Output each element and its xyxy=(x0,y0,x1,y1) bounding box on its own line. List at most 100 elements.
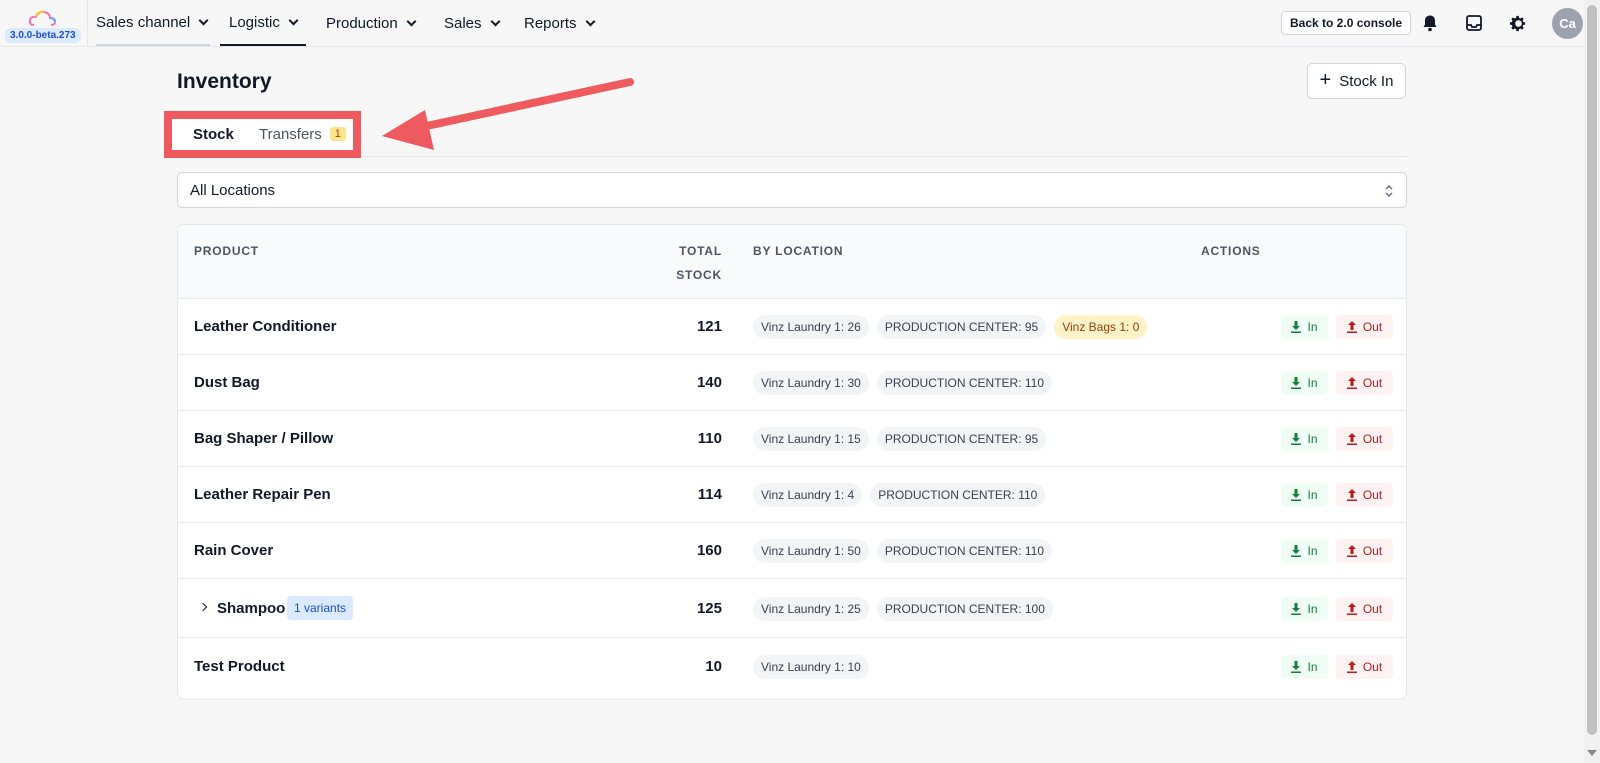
upload-icon xyxy=(1346,433,1357,445)
out-label: Out xyxy=(1362,601,1383,616)
bell-icon[interactable] xyxy=(1419,12,1441,34)
location-chip: Vinz Laundry 1: 15 xyxy=(753,427,869,451)
out-label: Out xyxy=(1362,544,1383,558)
location-chips: Vinz Laundry 1: 15 PRODUCTION CENTER: 95 xyxy=(753,427,1047,451)
download-icon xyxy=(1291,321,1302,333)
table-row: Bag Shaper / Pillow 110 Vinz Laundry 1: 15… xyxy=(178,411,1406,467)
nav-label: Reports xyxy=(524,14,577,32)
in-label: In xyxy=(1307,659,1318,674)
download-icon xyxy=(1291,660,1302,673)
location-chip: Vinz Laundry 1: 26 xyxy=(753,315,869,339)
table-row: Rain Cover 160 Vinz Laundry 1: 50 PRODUCTIO… xyxy=(178,523,1406,579)
scroll-down-arrow-icon[interactable] xyxy=(1587,750,1597,756)
table-row: Test Product 10 Vinz Laundry 1: 10 In Out xyxy=(178,638,1406,695)
location-chip: Vinz Laundry 1: 4 xyxy=(753,483,863,507)
nav-production[interactable]: Production xyxy=(326,0,417,46)
location-chip: Vinz Laundry 1: 50 xyxy=(753,539,869,563)
total-stock: 114 xyxy=(697,486,722,503)
product-name: Leather Conditioner xyxy=(194,318,337,335)
stock-out-row-button[interactable]: Out xyxy=(1336,427,1393,451)
chevron-right-icon[interactable] xyxy=(198,602,208,611)
out-label: Out xyxy=(1362,320,1383,334)
plus-icon: + xyxy=(1319,69,1332,91)
download-icon xyxy=(1291,489,1302,501)
back-to-console-button[interactable]: Back to 2.0 console xyxy=(1281,11,1412,35)
upload-icon xyxy=(1346,321,1357,333)
header-by-location: BY LOCATION xyxy=(753,244,844,258)
select-updown-icon xyxy=(1385,184,1393,198)
location-chips: Vinz Laundry 1: 26 PRODUCTION CENTER: 95 V… xyxy=(753,315,1148,339)
scrollbar[interactable] xyxy=(1584,0,1600,763)
annotation-arrow-icon xyxy=(382,78,634,150)
nav-sales[interactable]: Sales xyxy=(444,0,500,46)
location-chips: Vinz Laundry 1: 30 PRODUCTION CENTER: 110 xyxy=(753,371,1052,395)
stock-in-row-button[interactable]: In xyxy=(1281,654,1328,679)
product-name: Test Product xyxy=(194,657,285,675)
location-chip: PRODUCTION CENTER: 100 xyxy=(876,596,1053,621)
table-header: PRODUCT TOTAL STOCK BY LOCATION ACTIONS xyxy=(178,225,1406,299)
product-name: Dust Bag xyxy=(194,374,260,391)
location-chip: PRODUCTION CENTER: 95 xyxy=(876,427,1047,451)
location-chips: Vinz Laundry 1: 4 PRODUCTION CENTER: 110 xyxy=(753,483,1046,507)
product-name: Rain Cover xyxy=(194,542,274,559)
gear-icon[interactable] xyxy=(1507,12,1529,34)
nav-reports[interactable]: Reports xyxy=(524,0,595,46)
stock-out-row-button[interactable]: Out xyxy=(1336,596,1393,621)
total-stock: 10 xyxy=(705,657,722,675)
chevron-down-icon xyxy=(585,16,595,26)
tab-stock[interactable]: Stock xyxy=(193,123,234,145)
inventory-table: PRODUCT TOTAL STOCK BY LOCATION ACTIONS … xyxy=(177,224,1407,700)
stock-in-row-button[interactable]: In xyxy=(1281,483,1328,507)
nav-logistic[interactable]: Logistic xyxy=(220,0,306,46)
header-total-line1: TOTAL xyxy=(679,244,722,258)
header-total-stock: TOTAL STOCK xyxy=(676,239,722,287)
out-label: Out xyxy=(1362,659,1383,674)
in-label: In xyxy=(1307,488,1318,502)
cloud-logo-icon xyxy=(28,10,57,26)
app-logo[interactable]: 3.0.0-beta.273 xyxy=(0,0,88,46)
location-chips: Vinz Laundry 1: 25 PRODUCTION CENTER: 100 xyxy=(753,596,1053,621)
stock-in-row-button[interactable]: In xyxy=(1281,596,1328,621)
nav-sales-channel[interactable]: Sales channel xyxy=(96,0,210,46)
stock-in-row-button[interactable]: In xyxy=(1281,539,1328,563)
stock-out-row-button[interactable]: Out xyxy=(1336,371,1393,395)
inbox-icon[interactable] xyxy=(1463,12,1485,34)
total-stock: 125 xyxy=(696,599,722,617)
table-row: Leather Repair Pen 114 Vinz Laundry 1: 4 PR… xyxy=(178,467,1406,523)
header-actions: ACTIONS xyxy=(1201,244,1261,258)
nav-label: Logistic xyxy=(229,13,280,31)
upload-icon xyxy=(1346,660,1357,673)
stock-in-row-button[interactable]: In xyxy=(1281,371,1328,395)
transfers-count-badge: 1 xyxy=(329,127,346,141)
top-nav: 3.0.0-beta.273 Sales channel Logistic Pr… xyxy=(0,0,1584,47)
stock-in-row-button[interactable]: In xyxy=(1281,315,1328,339)
page-title: Inventory xyxy=(177,70,272,93)
in-label: In xyxy=(1307,320,1318,334)
product-name: Leather Repair Pen xyxy=(194,486,331,503)
nav-label: Production xyxy=(326,14,398,32)
variants-badge[interactable]: 1 variants xyxy=(287,595,354,620)
location-select[interactable]: All Locations xyxy=(177,172,1407,208)
version-badge: 3.0.0-beta.273 xyxy=(5,28,81,43)
in-label: In xyxy=(1307,376,1318,390)
location-select-value: All Locations xyxy=(190,181,276,199)
stock-out-row-button[interactable]: Out xyxy=(1336,654,1393,679)
total-stock: 110 xyxy=(697,430,722,447)
location-chip: Vinz Laundry 1: 30 xyxy=(753,371,869,395)
stock-out-row-button[interactable]: Out xyxy=(1336,539,1393,563)
nav-label: Sales xyxy=(444,14,482,32)
location-chip: PRODUCTION CENTER: 95 xyxy=(876,315,1047,339)
table-row: Dust Bag 140 Vinz Laundry 1: 30 PRODUCTION … xyxy=(178,355,1406,411)
out-label: Out xyxy=(1362,432,1383,446)
avatar[interactable]: Ca xyxy=(1552,8,1583,39)
location-chip: PRODUCTION CENTER: 110 xyxy=(876,371,1052,395)
stock-in-row-button[interactable]: In xyxy=(1281,427,1328,451)
header-total-line2: STOCK xyxy=(676,268,722,282)
tab-transfers[interactable]: Transfers 1 xyxy=(259,123,346,145)
stock-out-row-button[interactable]: Out xyxy=(1336,315,1393,339)
scrollbar-thumb[interactable] xyxy=(1587,5,1597,735)
tab-label: Stock xyxy=(193,125,234,143)
stock-in-button[interactable]: + Stock In xyxy=(1307,63,1406,99)
stock-out-row-button[interactable]: Out xyxy=(1336,483,1393,507)
tab-label: Transfers xyxy=(259,125,322,143)
